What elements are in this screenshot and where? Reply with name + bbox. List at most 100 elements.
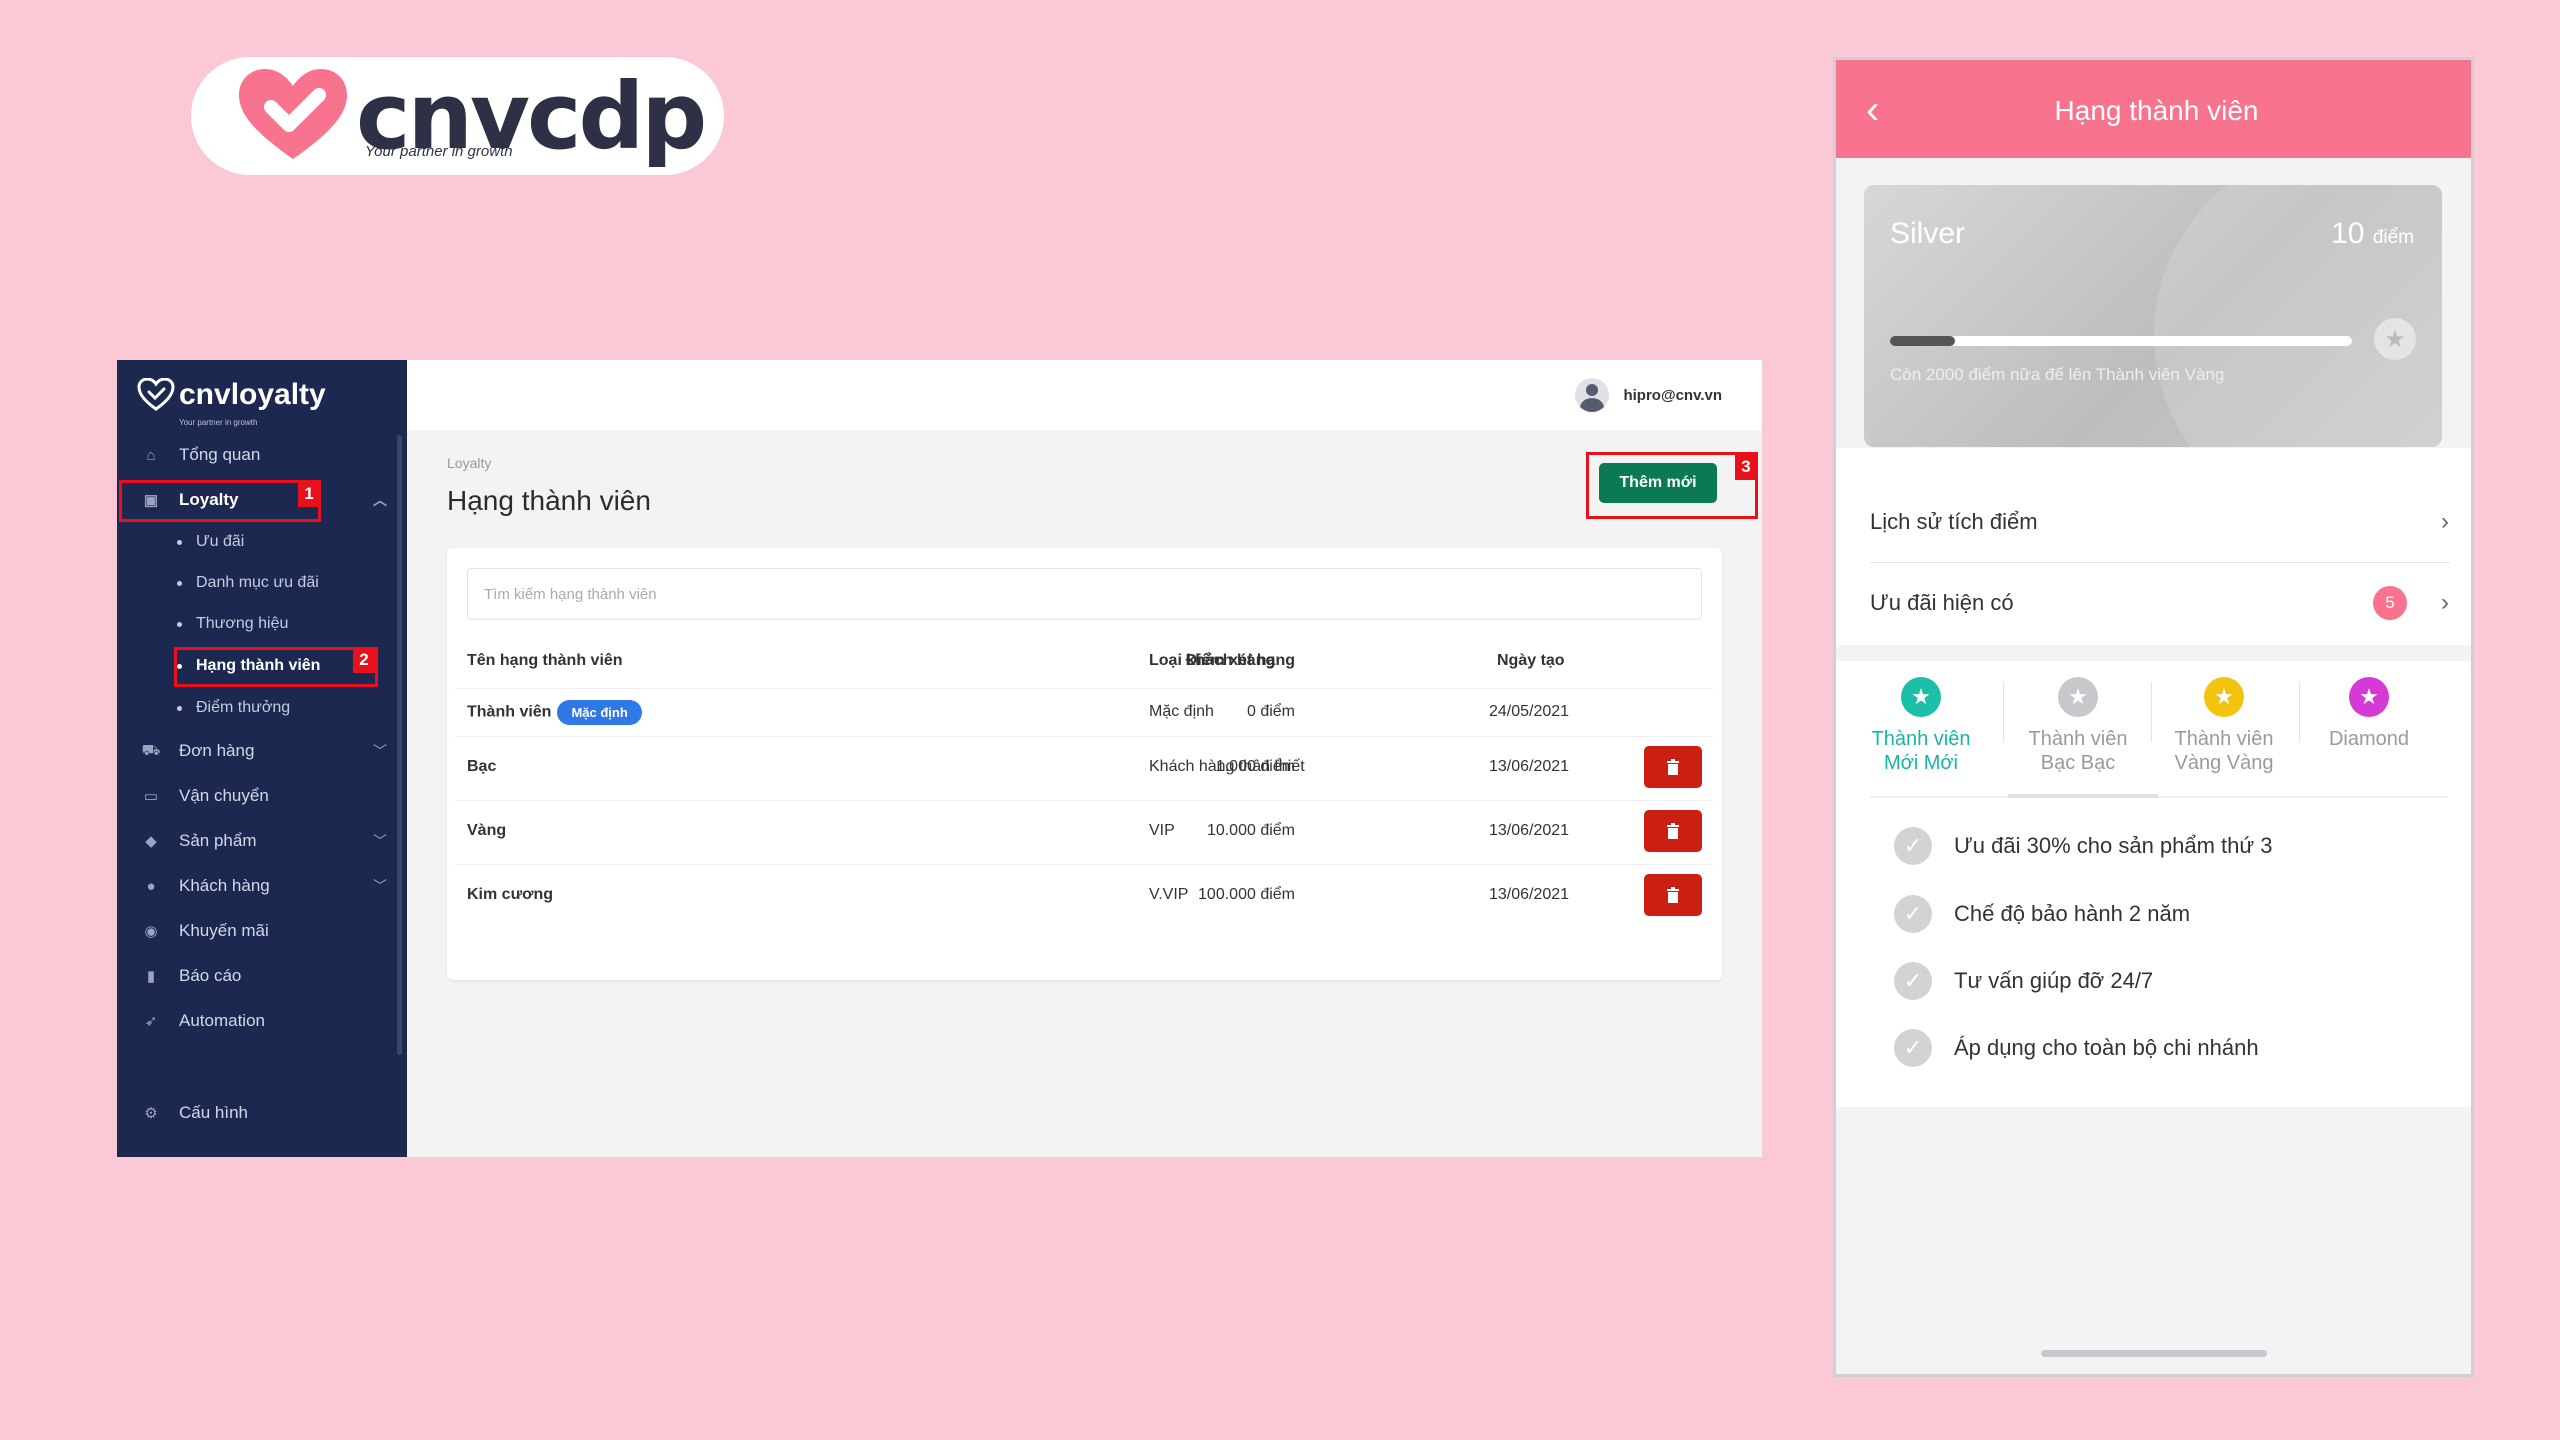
tier-created-date: 13/06/2021 [1489,822,1570,839]
admin-window: cnvloyalty Your partner in growth ⌂ Tổng… [117,360,1762,1157]
tab-tier-diamond[interactable]: ★ Diamond [2304,677,2434,751]
benefit-item: ✓ Áp dụng cho toàn bộ chi nhánh [1894,1028,2259,1068]
mobile-header: ‹ Hạng thành viên [1836,60,2471,158]
tab-tier-new[interactable]: ★ Thành viên Mới Mới [1856,677,1986,775]
table-row[interactable]: Vàng 10.000 điểm VIP 13/06/2021 [447,800,1722,864]
nav-products[interactable]: ◆ Sản phẩm ﹀ [117,821,397,861]
available-offers-row[interactable]: Ưu đãi hiện có 5 › [1836,563,2471,643]
star-icon: ★ [2349,677,2389,717]
tab-label-line2: Vàng Vàng [2174,752,2274,774]
page-title: Hạng thành viên [447,485,651,516]
nav-orders-label: Đơn hàng [179,741,255,760]
nav-customers-label: Khách hàng [179,876,270,895]
points-history-row[interactable]: Lịch sử tích điểm › [1836,482,2471,562]
cnvcdp-logo: cnvcdp Your partner in growth [191,57,724,175]
nav-promotions-label: Khuyến mãi [179,921,269,940]
star-badge-icon: ★ [2374,318,2416,360]
trash-icon [1667,887,1679,903]
tab-tier-gold[interactable]: ★ Thành viên Vàng Vàng [2159,677,2289,775]
rocket-icon: ➶ [144,1013,158,1030]
tier-card: Silver 10 điểm ★ Còn 2000 điểm nữa để lê… [1864,185,2442,447]
sidebar-scrollbar[interactable] [397,435,402,1055]
nav-automation-label: Automation [179,1011,265,1030]
step-marker-2: 2 [353,647,375,673]
nav-overview[interactable]: ⌂ Tổng quan [117,435,397,475]
chevron-down-icon: ﹀ [373,833,387,849]
home-indicator[interactable] [2041,1350,2267,1357]
highlight-box-2 [174,647,378,687]
points-history-label: Lịch sử tích điểm [1870,509,2038,534]
nav-sub-brands[interactable]: Thương hiệu [177,606,288,642]
tab-label-line1: Thành viên [2028,728,2128,750]
sidebar-logo[interactable]: cnvloyalty Your partner in growth [137,378,326,427]
tier-name: Kim cương [467,886,554,903]
nav-settings[interactable]: ⚙ Cấu hình [117,1093,397,1133]
bar-chart-icon: ▮ [146,968,156,985]
tier-table-card: Tên hạng thành viên Điểm xét hạng Loại k… [447,548,1722,980]
tier-customer-type: VIP [1149,822,1175,839]
table-row[interactable]: Thành viên Mặc định 0 điểm Mặc định 24/05… [447,688,1722,736]
active-tab-indicator [2008,794,2158,798]
sidebar-logo-text: cnvloyalty [179,378,326,411]
available-offers-label: Ưu đãi hiện có [1870,590,2014,615]
points-value: 10 [2331,217,2365,250]
tier-name: Vàng [467,822,507,839]
star-icon: ★ [2058,677,2098,717]
check-icon: ✓ [1894,895,1932,933]
user-email: hipro@cnv.vn [1623,386,1722,404]
cart-icon: ⛟ [141,741,161,759]
trash-icon [1667,823,1679,839]
nav-reports[interactable]: ▮ Báo cáo [117,956,397,996]
tier-progress-bar [1890,336,2352,346]
delete-button[interactable] [1644,810,1702,852]
brand-tagline: Your partner in growth [365,143,513,160]
truck-icon: ▭ [143,788,159,805]
benefit-text: Ưu đãi 30% cho sản phẩm thứ 3 [1954,833,2273,858]
tab-label-line1: Thành viên [1871,728,1971,750]
tier-name: Thành viên Mặc định [467,700,642,725]
highlight-box-1 [119,480,321,522]
nav-orders[interactable]: ⛟ Đơn hàng ﹀ [117,731,397,771]
nav-sub-brands-label: Thương hiệu [196,615,289,632]
col-header-date[interactable]: Ngày tạo [1497,652,1565,670]
delete-button[interactable] [1644,746,1702,788]
nav-promotions[interactable]: ◉ Khuyến mãi [117,911,397,951]
user-menu[interactable]: hipro@cnv.vn [1575,378,1722,412]
nav-sub-offers[interactable]: Ưu đãi [177,524,244,560]
nav-settings-label: Cấu hình [179,1103,248,1122]
col-header-name[interactable]: Tên hạng thành viên [467,652,623,670]
tier-created-date: 13/06/2021 [1489,886,1570,903]
benefit-item: ✓ Chế độ bảo hành 2 năm [1894,894,2190,934]
tab-tier-silver[interactable]: ★ Thành viên Bạc Bạc [2013,677,2143,775]
benefit-item: ✓ Tư vấn giúp đỡ 24/7 [1894,961,2153,1001]
chevron-down-icon: ﹀ [373,878,387,894]
top-bar: hipro@cnv.vn [407,360,1762,430]
table-row[interactable]: Kim cương 100.000 điểm V.VIP 13/06/2021 [447,864,1722,928]
check-icon: ✓ [1894,827,1932,865]
gear-icon: ⚙ [144,1105,158,1122]
table-row[interactable]: Bạc 1.000 điểm Khách hàng thân thiết 13/… [447,736,1722,800]
mobile-app-screen: ‹ Hạng thành viên Silver 10 điểm ★ Còn 2… [1833,57,2474,1377]
points-unit: điểm [2372,227,2414,248]
nav-reports-label: Báo cáo [179,966,242,985]
nav-automation[interactable]: ➶ Automation [117,1001,397,1041]
nav-customers[interactable]: ● Khách hàng ﹀ [117,866,397,906]
home-icon: ⌂ [146,446,156,464]
delete-button[interactable] [1644,874,1702,916]
search-input[interactable] [467,568,1702,620]
avatar [1575,378,1610,412]
col-header-type[interactable]: Loại khách hàng [1149,652,1275,670]
tier-created-date: 24/05/2021 [1489,703,1570,720]
nav-sub-reward-points-label: Điểm thưởng [196,699,291,716]
tab-label-line2: Mới Mới [1884,752,1958,774]
nav-sub-offer-categories[interactable]: Danh mục ưu đãi [177,565,319,601]
sidebar-logo-tagline: Your partner in growth [179,418,258,427]
tier-customer-type: Mặc định [1149,703,1214,720]
mobile-title: Hạng thành viên [2054,95,2259,126]
nav-shipping[interactable]: ▭ Vận chuyển [117,776,397,816]
nav-sub-reward-points[interactable]: Điểm thưởng [177,690,290,726]
step-marker-1: 1 [298,481,320,507]
tab-label-line1: Diamond [2328,728,2410,750]
breadcrumb[interactable]: Loyalty [447,455,491,471]
tier-customer-type: V.VIP [1149,886,1189,903]
